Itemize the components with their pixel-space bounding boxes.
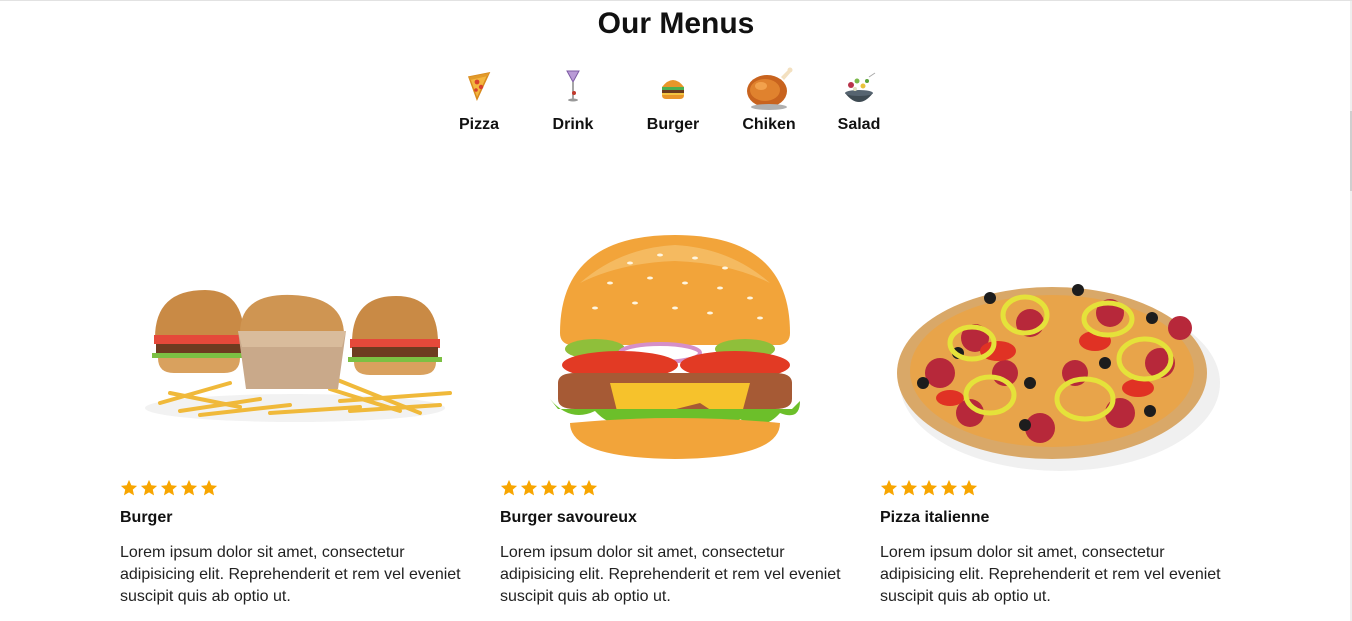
category-chicken[interactable]: Chiken [724, 63, 814, 134]
card-description: Lorem ipsum dolor sit amet, consectetur … [120, 544, 461, 605]
salad-icon [845, 72, 876, 102]
category-chicken-label: Chiken [742, 116, 796, 133]
pepperoni-pizza-image [897, 284, 1220, 471]
star-icon [120, 479, 138, 496]
burger-sliders-image [145, 290, 452, 422]
rating-stars [500, 479, 600, 497]
card-title: Burger [120, 509, 173, 526]
star-icon [920, 479, 938, 496]
card-description: Lorem ipsum dolor sit amet, consectetur … [880, 544, 1221, 605]
category-pizza-label: Pizza [458, 116, 499, 133]
star-icon [500, 479, 518, 496]
pizza-icon [467, 71, 491, 101]
star-icon [180, 479, 198, 496]
star-icon [540, 479, 558, 496]
star-icon [880, 479, 898, 496]
page-title: Our Menus [597, 7, 755, 40]
category-burger-label: Burger [646, 116, 700, 133]
category-pizza[interactable]: Pizza [434, 63, 524, 134]
burger-icon [662, 80, 684, 99]
star-icon [200, 479, 218, 496]
star-icon [160, 479, 178, 496]
rating-stars [120, 479, 220, 497]
rating-stars [880, 479, 980, 497]
card-description: Lorem ipsum dolor sit amet, consectetur … [500, 544, 841, 605]
star-icon [560, 479, 578, 496]
card-title: Pizza italienne [880, 509, 990, 526]
category-drink[interactable]: Drink [528, 63, 618, 134]
category-bar: Pizza Drink Burger Chiken Salad [0, 63, 1352, 143]
menu-page: Our Menus Pizza Drink Burger Chiken Sala… [0, 0, 1352, 621]
drink-icon [566, 70, 580, 102]
star-icon [140, 479, 158, 496]
star-icon [900, 479, 918, 496]
star-icon [940, 479, 958, 496]
chicken-icon [747, 67, 793, 110]
category-drink-label: Drink [552, 116, 594, 133]
cheeseburger-image [550, 235, 800, 459]
category-salad-label: Salad [837, 116, 881, 133]
card-title: Burger savoureux [500, 509, 637, 526]
category-burger[interactable]: Burger [628, 63, 718, 134]
star-icon [960, 479, 978, 496]
star-icon [520, 479, 538, 496]
star-icon [580, 479, 598, 496]
category-salad[interactable]: Salad [814, 63, 904, 134]
